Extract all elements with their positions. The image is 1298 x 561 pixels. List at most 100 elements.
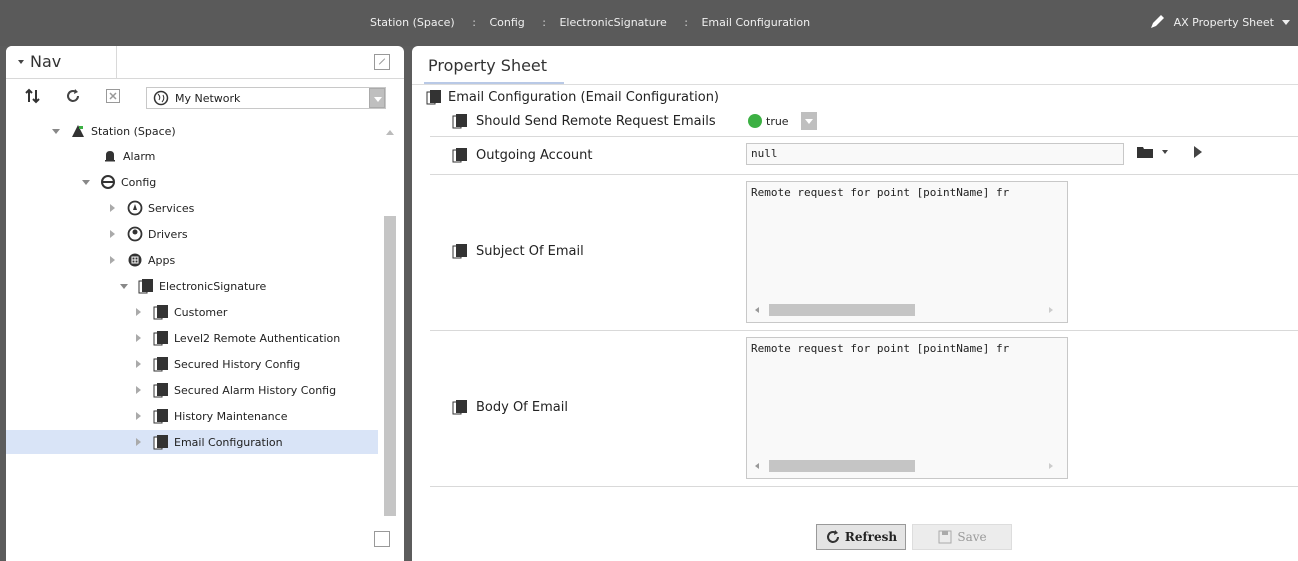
view-selector[interactable]: AX Property Sheet	[1148, 13, 1290, 31]
tree-node-config[interactable]: Config	[82, 170, 156, 194]
component-icon	[452, 400, 467, 415]
breadcrumb-electronic-signature[interactable]: ElectronicSignature	[559, 16, 666, 29]
play-icon[interactable]	[1194, 146, 1202, 158]
component-icon	[452, 114, 467, 129]
bell-icon	[105, 151, 115, 162]
save-button[interactable]: Save	[912, 524, 1012, 550]
refresh-icon	[826, 530, 839, 543]
property-label: Body Of Email	[452, 399, 568, 415]
component-icon	[153, 435, 168, 450]
tab-property-sheet[interactable]: Property Sheet	[424, 52, 564, 84]
nav-scrollbar[interactable]	[382, 126, 396, 534]
chevron-down-icon[interactable]	[800, 112, 817, 130]
tree-node-history-maintenance[interactable]: History Maintenance	[136, 404, 287, 428]
tree-node-email-configuration[interactable]: Email Configuration	[6, 430, 378, 454]
nav-header: Nav	[6, 46, 404, 79]
expanded-icon	[82, 179, 90, 185]
tree-node-label: Level2 Remote Authentication	[174, 331, 341, 345]
pencil-icon	[1150, 15, 1164, 28]
scroll-left-icon[interactable]	[755, 307, 759, 313]
database-icon	[101, 175, 115, 189]
expanded-icon	[120, 283, 128, 289]
tree-node-apps[interactable]: Apps	[110, 248, 175, 272]
tree-node-services[interactable]: Services	[110, 196, 194, 220]
collapsed-icon	[136, 334, 141, 342]
body-textarea[interactable]: Remote request for point [pointName] fr	[746, 337, 1068, 479]
tree-node-label: Apps	[148, 253, 176, 267]
scroll-left-icon[interactable]	[755, 463, 759, 469]
nav-title: Nav	[30, 52, 62, 71]
breadcrumb-email-configuration[interactable]: Email Configuration	[701, 16, 810, 29]
action-buttons: Refresh Save	[816, 524, 1012, 550]
tree-node-label: ElectronicSignature	[159, 279, 267, 293]
tree-node-label: Config	[121, 175, 157, 189]
tree-node-label: Drivers	[148, 227, 188, 241]
property-row-should-send: Should Send Remote Request Emails true	[430, 108, 1298, 137]
tree-node-label: History Maintenance	[174, 409, 288, 423]
breadcrumb-separator: :	[684, 16, 688, 29]
tree-node-drivers[interactable]: Drivers	[110, 222, 188, 246]
breadcrumb-station[interactable]: Station (Space)	[370, 16, 455, 29]
property-label-text: Should Send Remote Request Emails	[476, 113, 716, 129]
tree-node-label: Secured History Config	[174, 357, 301, 371]
collapsed-icon	[110, 230, 115, 238]
component-icon	[153, 357, 168, 372]
breadcrumb: Station (Space) : Config : ElectronicSig…	[370, 16, 810, 29]
scrollbar-thumb[interactable]	[384, 216, 396, 516]
breadcrumb-config[interactable]: Config	[489, 16, 524, 29]
tree-node-station[interactable]: Station (Space)	[52, 119, 176, 143]
scrollbar-thumb[interactable]	[769, 304, 915, 316]
tree-node-label: Email Configuration	[174, 435, 283, 449]
tree-node-alarm[interactable]: Alarm	[102, 144, 155, 168]
horizontal-scrollbar[interactable]	[751, 304, 1061, 316]
chevron-down-icon[interactable]	[369, 88, 385, 108]
folder-icon[interactable]	[1136, 145, 1154, 159]
tree-node-secured-history-config[interactable]: Secured History Config	[136, 352, 300, 376]
outgoing-account-field[interactable]: null	[746, 143, 1124, 165]
scrollbar-thumb[interactable]	[769, 460, 915, 472]
network-select-value: My Network	[175, 92, 241, 105]
tree-node-customer[interactable]: Customer	[136, 300, 227, 324]
scroll-right-icon[interactable]	[1049, 463, 1053, 469]
tree-node-label: Station (Space)	[91, 124, 176, 138]
tree-node-label: Customer	[174, 305, 228, 319]
refresh-icon[interactable]	[64, 87, 82, 105]
scroll-right-icon[interactable]	[1049, 307, 1053, 313]
subject-textarea[interactable]: Remote request for point [pointName] fr	[746, 181, 1068, 323]
drivers-icon	[127, 226, 143, 242]
tree-node-secured-alarm-history-config[interactable]: Secured Alarm History Config	[136, 378, 336, 402]
property-row-outgoing-account: Outgoing Account null	[430, 137, 1298, 175]
network-select[interactable]: My Network	[146, 87, 386, 109]
component-icon	[153, 331, 168, 346]
chevron-down-icon	[1282, 19, 1290, 25]
tree-node-electronic-signature[interactable]: ElectronicSignature	[120, 274, 266, 298]
apps-icon	[128, 253, 142, 267]
field-actions	[1136, 145, 1202, 159]
nav-tab[interactable]: Nav	[6, 46, 117, 78]
component-icon	[153, 409, 168, 424]
refresh-button[interactable]: Refresh	[816, 524, 906, 550]
services-icon	[127, 200, 143, 216]
tree-node-label: Alarm	[123, 149, 156, 163]
component-icon	[426, 90, 441, 105]
tree-node-label: Secured Alarm History Config	[174, 383, 337, 397]
chevron-down-icon[interactable]	[1162, 150, 1168, 154]
sort-icon[interactable]	[24, 87, 42, 105]
resize-icon[interactable]	[374, 531, 390, 547]
collapsed-icon	[110, 256, 115, 264]
save-icon	[938, 530, 952, 544]
collapsed-icon	[136, 386, 141, 394]
refresh-button-label: Refresh	[844, 530, 898, 544]
close-icon[interactable]	[104, 87, 122, 105]
maximize-icon[interactable]	[374, 54, 390, 70]
sheet-root-row[interactable]: Email Configuration (Email Configuration…	[426, 88, 719, 106]
tree-node-level2-remote-authentication[interactable]: Level2 Remote Authentication	[136, 326, 340, 350]
scroll-up-icon[interactable]	[386, 130, 394, 135]
component-icon	[452, 148, 467, 163]
breadcrumb-separator: :	[472, 16, 476, 29]
property-label: Subject Of Email	[452, 243, 584, 259]
nav-panel: Nav My Network Station (Space) Alarm Con…	[6, 46, 404, 561]
horizontal-scrollbar[interactable]	[751, 460, 1061, 472]
collapsed-icon	[136, 438, 141, 446]
boolean-select[interactable]: true	[748, 112, 817, 130]
